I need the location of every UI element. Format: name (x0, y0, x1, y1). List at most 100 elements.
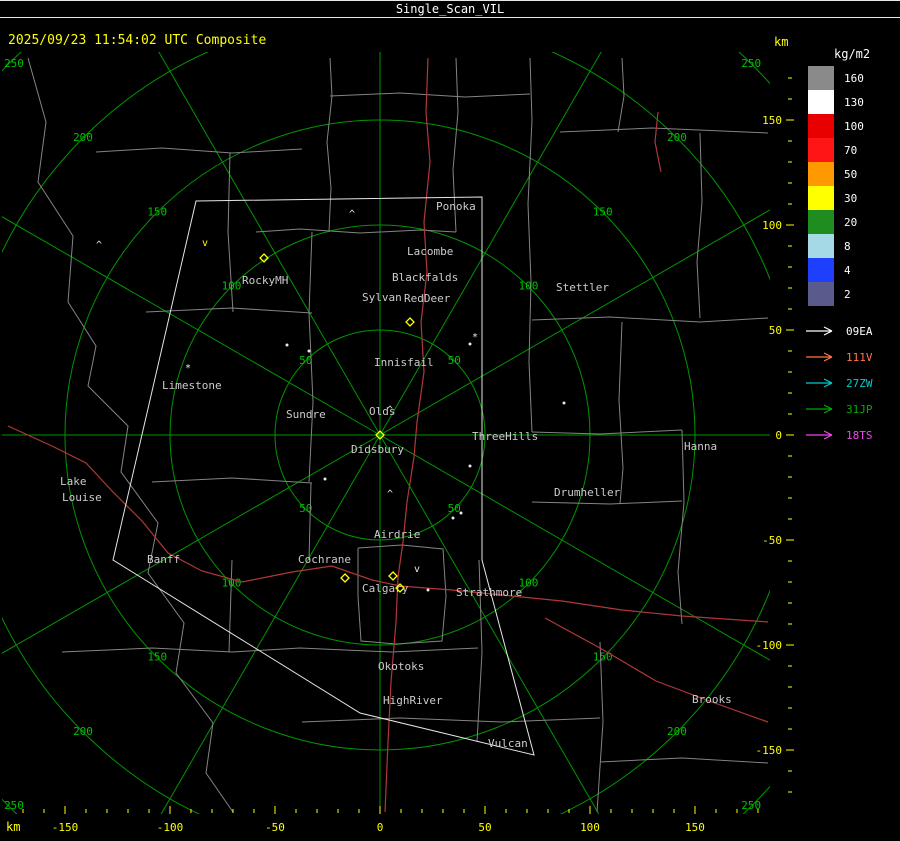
city-label: Didsbury (351, 443, 404, 456)
legend-entry: 100 (808, 114, 864, 138)
right-axis-label: -50 (762, 534, 782, 547)
right-axis-label: 50 (769, 324, 782, 337)
bottom-axis-label: 0 (377, 821, 384, 834)
legend-entry: 70 (808, 138, 864, 162)
county-boundary-line (617, 57, 625, 133)
city-label: RockyMH (242, 274, 288, 287)
county-boundary-line (231, 647, 479, 653)
legend-value: 50 (844, 167, 858, 181)
ring-distance-label: 150 (593, 651, 613, 664)
ring-distance-label: 200 (73, 725, 93, 738)
symbol-marker: v (414, 564, 420, 575)
county-boundary-line (596, 641, 604, 813)
radar-site-diamond-marker (340, 573, 350, 583)
radar-site-legend-entry: 31JP (804, 396, 873, 422)
radar-direction-arrow-icon (806, 326, 833, 336)
county-boundary-line (559, 127, 769, 134)
city-label: HighRiver (383, 694, 443, 707)
town-dot-marker (285, 343, 289, 347)
title-bar: Single_Scan_VIL (0, 0, 900, 18)
symbol-marker: * (185, 363, 191, 374)
radar-direction-arrow-icon (806, 404, 833, 414)
right-axis-label: 100 (762, 219, 782, 232)
county-boundary-line (527, 57, 533, 433)
legend-value: 8 (844, 239, 851, 253)
right-axis-label: 0 (775, 429, 782, 442)
legend-entry: 160 (808, 66, 864, 90)
county-boundary-line (531, 500, 683, 505)
bottom-axis-label: 100 (580, 821, 600, 834)
radar-direction-arrow-icon (806, 378, 833, 388)
city-label: Calgary (362, 582, 409, 595)
bottom-axis-label: 150 (685, 821, 705, 834)
symbol-marker: ^ (349, 209, 355, 220)
legend-entry: 4 (808, 258, 864, 282)
city-label: Okotoks (378, 660, 424, 673)
town-dot-marker (426, 588, 430, 592)
right-axis-label: -150 (756, 744, 783, 757)
county-boundary-line (329, 92, 531, 98)
town-dot-marker (468, 464, 472, 468)
county-boundary-line (599, 757, 769, 764)
legend-entry: 20 (808, 210, 864, 234)
ring-distance-label: 100 (519, 280, 539, 293)
county-boundary-line (151, 477, 313, 484)
bottom-axis-label: -150 (52, 821, 79, 834)
city-label: Banff (147, 553, 180, 566)
city-label: Blackfalds (392, 271, 458, 284)
right-axis-label: 150 (762, 114, 782, 127)
radial-grid-line (160, 434, 381, 814)
county-boundary-line (326, 57, 333, 233)
legend-unit-label: kg/m2 (834, 47, 871, 61)
city-label: Cochrane (298, 553, 351, 566)
town-dot-marker (307, 349, 311, 353)
radar-viewer-window: 50 50 50 50 100 100 100 100 150 150 150 150 200 200 20… (0, 0, 900, 841)
radar-map-canvas[interactable]: 50 5050 50100 100100 100150 150150 150200 20020… (0, 0, 800, 841)
city-label: Sylvan (362, 291, 402, 304)
ring-distance-label: 150 (147, 205, 167, 218)
radial-grid-line (2, 434, 381, 654)
radar-site-id: 31JP (846, 402, 873, 416)
legend-color-swatch (808, 234, 834, 258)
bottom-axis-label: -100 (157, 821, 184, 834)
legend-value: 4 (844, 263, 851, 277)
town-dot-marker (323, 477, 327, 481)
ring-distance-label: 250 (4, 57, 24, 70)
county-boundary-line (95, 147, 303, 154)
town-dot-marker (562, 401, 566, 405)
radar-site-id: 27ZW (846, 376, 873, 390)
city-label: Ponoka (436, 200, 476, 213)
right-axis-label: -100 (756, 639, 783, 652)
ring-distance-label: 50 (448, 354, 461, 367)
radar-direction-arrow-icon (806, 352, 833, 362)
legend-color-swatch (808, 282, 834, 306)
highway-line (654, 111, 662, 173)
bottom-axis-label: 50 (478, 821, 491, 834)
legend-color-swatch (808, 210, 834, 234)
symbol-marker: * (472, 332, 478, 343)
map-layers: 50 5050 50100 100100 100150 150150 150200 20020… (2, 52, 770, 814)
ring-distance-label: 250 (4, 799, 24, 812)
ring-distance-label: 50 (448, 502, 461, 515)
city-label: Brooks (692, 693, 732, 706)
county-boundary-line (531, 429, 683, 435)
city-label: Airdrie (374, 528, 420, 541)
county-boundary-line (228, 559, 233, 653)
ring-distance-label: 250 (741, 57, 761, 70)
town-dot-marker (459, 511, 463, 515)
legend-value: 160 (844, 71, 864, 85)
city-label: Drumheller (554, 486, 621, 499)
legend-color-swatch (808, 138, 834, 162)
city-label: Hanna (684, 440, 717, 453)
county-boundary-line (301, 717, 601, 723)
bottom-axis-unit-label: km (6, 820, 21, 834)
city-label: ThreeHills (472, 430, 538, 443)
legend-color-swatch (808, 114, 834, 138)
legend-value: 2 (844, 287, 851, 301)
radar-site-legend-entry: 18TS (804, 422, 873, 448)
ring-distance-label: 150 (593, 205, 613, 218)
radial-grid-line (158, 52, 381, 436)
legend-value: 100 (844, 119, 864, 133)
legend-entry: 8 (808, 234, 864, 258)
radar-site-id: 111V (846, 350, 873, 364)
